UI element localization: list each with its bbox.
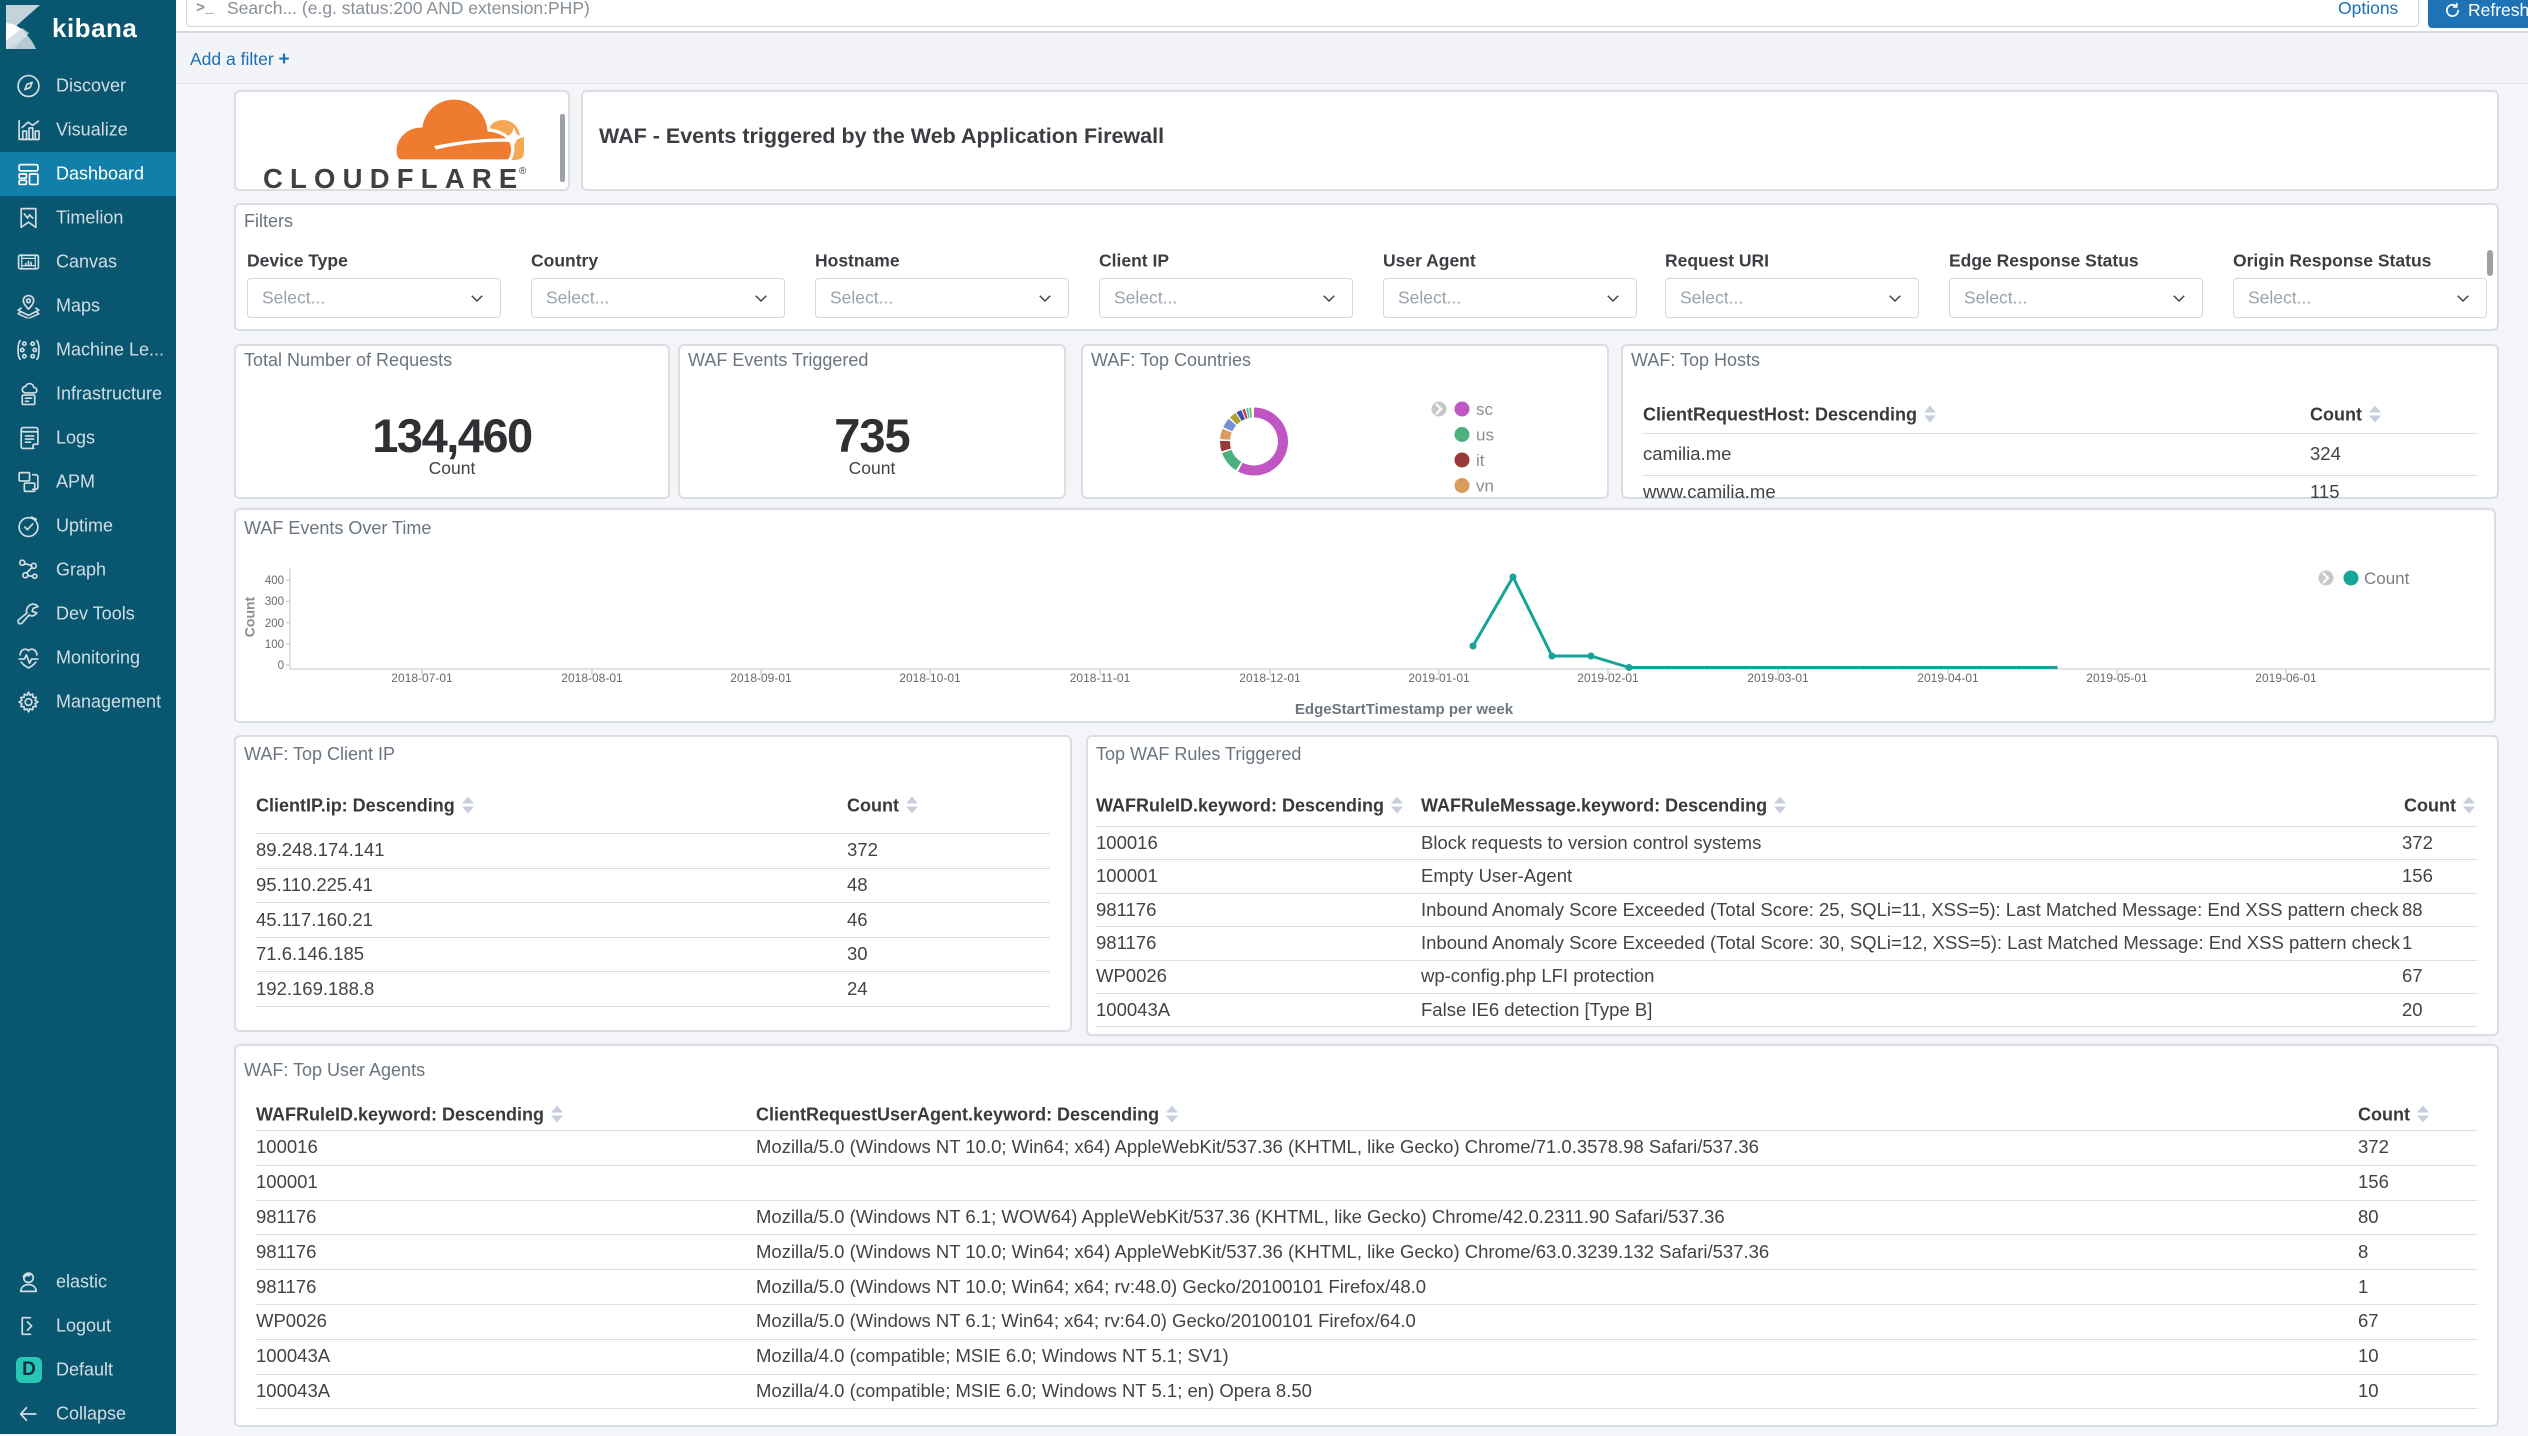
svg-text:it: it (1476, 451, 1485, 470)
svg-text:sc: sc (1476, 400, 1494, 419)
svg-text:vn: vn (1476, 477, 1494, 496)
svg-text:200: 200 (265, 618, 284, 630)
svg-text:400: 400 (265, 575, 284, 587)
svg-text:2018-07-01: 2018-07-01 (391, 671, 453, 685)
svg-text:Count: Count (242, 596, 258, 637)
svg-text:2018-11-01: 2018-11-01 (1070, 671, 1131, 685)
svg-text:100: 100 (265, 639, 284, 651)
svg-text:CLOUDFLARE: CLOUDFLARE (263, 163, 524, 192)
svg-text:2019-03-01: 2019-03-01 (1747, 671, 1809, 685)
svg-text:EdgeStartTimestamp per week: EdgeStartTimestamp per week (1295, 701, 1514, 718)
svg-text:0: 0 (278, 660, 284, 672)
svg-text:2019-06-01: 2019-06-01 (2255, 671, 2317, 685)
svg-text:®: ® (519, 166, 527, 177)
svg-text:2019-02-01: 2019-02-01 (1577, 671, 1639, 685)
svg-text:2018-09-01: 2018-09-01 (730, 671, 792, 685)
svg-text:2018-10-01: 2018-10-01 (899, 671, 961, 685)
svg-text:us: us (1476, 426, 1494, 445)
svg-text:300: 300 (265, 596, 284, 608)
svg-text:Count: Count (2364, 569, 2410, 588)
svg-text:2018-08-01: 2018-08-01 (561, 671, 623, 685)
svg-text:2019-05-01: 2019-05-01 (2086, 671, 2148, 685)
svg-text:2018-12-01: 2018-12-01 (1239, 671, 1301, 685)
svg-text:2019-04-01: 2019-04-01 (1917, 671, 1979, 685)
svg-text:2019-01-01: 2019-01-01 (1408, 671, 1470, 685)
